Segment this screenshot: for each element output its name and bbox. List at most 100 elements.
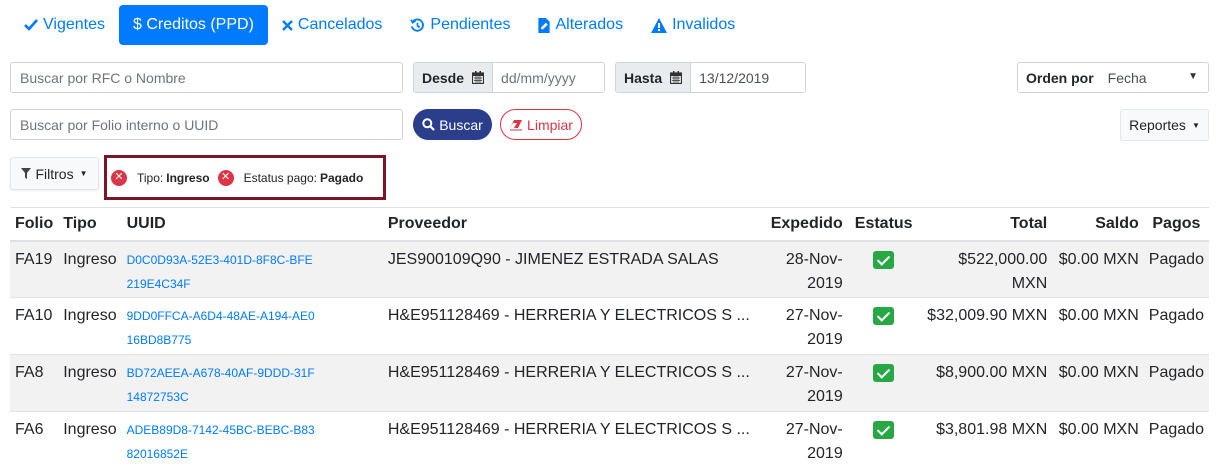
cell-pagos: Pagado	[1143, 411, 1209, 469]
caret-down-icon: ▼	[1191, 120, 1200, 130]
cell-total: $522,000.00 MXN	[919, 240, 1053, 298]
col-tipo[interactable]: Tipo	[58, 207, 122, 242]
cell-uuid: 9DD0FFCA-A6D4-48AE-A194-AE016BD8B775	[121, 297, 383, 355]
reportes-dropdown-button[interactable]: Reportes ▼	[1120, 109, 1209, 141]
cell-expedido: 27-Nov-2019	[764, 354, 848, 412]
tab-invalidos[interactable]: Invalidos	[637, 5, 749, 45]
hasta-date-input[interactable]: 13/12/2019	[691, 63, 805, 92]
remove-filter-icon[interactable]: ✕	[217, 169, 234, 186]
tab-cancelados[interactable]: Cancelados	[268, 5, 397, 45]
cell-folio: FA19	[10, 240, 59, 298]
cell-estatus	[847, 411, 920, 469]
filter-icon	[21, 168, 32, 179]
calendar-icon	[472, 71, 485, 84]
table-header-row: Folio Tipo UUID Proveedor Expedido Estat…	[10, 207, 1209, 242]
desde-date-group: Desde dd/mm/yyyy	[413, 62, 605, 93]
uuid-link[interactable]: BD72AEEA-A678-40AF-9DDD-31F14872753C	[127, 361, 317, 409]
cell-tipo: Ingreso	[58, 240, 122, 298]
table-row[interactable]: FA19 Ingreso D0C0D93A-52E3-401D-8F8C-BFE…	[10, 240, 1209, 298]
order-by-group: Orden por Fecha ▼	[1017, 62, 1209, 93]
cell-saldo: $0.00 MXN	[1052, 354, 1144, 412]
cell-saldo: $0.00 MXN	[1052, 297, 1144, 355]
check-square-icon	[873, 364, 895, 382]
filter-chip-value: Pagado	[319, 170, 364, 185]
search-folio-uuid-input[interactable]: Buscar por Folio interno o UUID	[10, 109, 403, 140]
tab-creditos-ppd[interactable]: $ Creditos (PPD)	[118, 5, 268, 45]
order-by-value: Fecha	[1107, 69, 1147, 86]
uuid-link[interactable]: D0C0D93A-52E3-401D-8F8C-BFE219E4C34F	[127, 248, 317, 296]
order-by-label: Orden por	[1018, 63, 1094, 92]
filter-chip-label: Tipo:	[137, 170, 164, 185]
remove-filter-icon[interactable]: ✕	[111, 169, 127, 186]
cell-proveedor: H&E951128469 - HERRERIA Y ELECTRICOS S .…	[382, 354, 765, 412]
col-folio[interactable]: Folio	[10, 207, 59, 242]
tab-alterados[interactable]: Alterados	[524, 5, 637, 45]
cell-uuid: BD72AEEA-A678-40AF-9DDD-31F14872753C	[121, 354, 383, 412]
cell-saldo: $0.00 MXN	[1052, 411, 1144, 469]
filter-chip-estatus-pago: ✕ Estatus pago: Pagado	[217, 169, 364, 186]
order-by-select[interactable]: Fecha ▼	[1093, 63, 1208, 92]
cell-folio: FA6	[10, 411, 59, 469]
desde-label-text: Desde	[422, 69, 465, 86]
cell-uuid: ADEB89D8-7142-45BC-BEBC-B8382016852E	[121, 411, 383, 469]
cell-proveedor: H&E951128469 - HERRERIA Y ELECTRICOS S .…	[382, 411, 765, 469]
col-uuid[interactable]: UUID	[121, 207, 383, 242]
col-saldo[interactable]: Saldo	[1052, 207, 1144, 242]
cell-total: $3,801.98 MXN	[919, 411, 1053, 469]
cell-pagos: Pagado	[1143, 240, 1209, 298]
limpiar-button[interactable]: Limpiar	[500, 109, 582, 140]
cell-folio: FA8	[10, 354, 59, 412]
tab-label: Alterados	[555, 16, 624, 33]
uuid-link[interactable]: 9DD0FFCA-A6D4-48AE-A194-AE016BD8B775	[127, 304, 317, 352]
cell-estatus	[847, 297, 920, 355]
table-row[interactable]: FA8 Ingreso BD72AEEA-A678-40AF-9DDD-31F1…	[10, 354, 1209, 412]
hasta-label: Hasta	[616, 63, 692, 92]
col-pagos[interactable]: Pagos	[1143, 207, 1209, 242]
check-square-icon	[873, 250, 895, 269]
caret-down-icon: ▼	[79, 169, 88, 178]
filter-chip-tipo: ✕ Tipo: Ingreso	[111, 169, 210, 186]
search-icon	[422, 118, 435, 131]
filter-chip-label: Estatus pago:	[243, 170, 317, 185]
cell-expedido: 27-Nov-2019	[764, 411, 848, 469]
buscar-button[interactable]: Buscar	[413, 109, 492, 140]
filtros-label: Filtros	[35, 165, 74, 182]
file-edit-icon	[538, 17, 551, 33]
col-total[interactable]: Total	[919, 207, 1053, 242]
check-icon	[24, 19, 38, 31]
select-caret-icon: ▼	[1188, 71, 1198, 82]
uuid-link[interactable]: ADEB89D8-7142-45BC-BEBC-B8382016852E	[127, 418, 317, 466]
col-estatus[interactable]: Estatus	[847, 207, 920, 242]
cell-total: $8,900.00 MXN	[919, 354, 1053, 412]
table-row[interactable]: FA10 Ingreso 9DD0FFCA-A6D4-48AE-A194-AE0…	[10, 297, 1209, 355]
filtros-dropdown-button[interactable]: Filtros ▼	[10, 157, 99, 190]
eraser-icon	[509, 119, 523, 131]
cell-total: $32,009.90 MXN	[919, 297, 1053, 355]
desde-date-input[interactable]: dd/mm/yyyy	[493, 63, 604, 92]
search-rfc-input[interactable]: Buscar por RFC o Nombre	[10, 62, 403, 93]
tab-label: $ Creditos (PPD)	[132, 16, 254, 33]
col-proveedor[interactable]: Proveedor	[382, 207, 765, 242]
cell-saldo: $0.00 MXN	[1052, 240, 1144, 298]
tab-label: Vigentes	[43, 16, 105, 33]
times-icon	[282, 19, 293, 31]
calendar-icon	[670, 71, 683, 84]
check-square-icon	[873, 307, 895, 325]
desde-label: Desde	[414, 63, 494, 92]
cell-pagos: Pagado	[1143, 297, 1209, 355]
reportes-label: Reportes	[1129, 117, 1186, 133]
hasta-date-group: Hasta 13/12/2019	[615, 62, 806, 93]
history-icon	[410, 18, 425, 33]
cell-proveedor: H&E951128469 - HERRERIA Y ELECTRICOS S .…	[382, 297, 765, 355]
cell-expedido: 27-Nov-2019	[764, 297, 848, 355]
cell-estatus	[847, 354, 920, 412]
tab-vigentes[interactable]: Vigentes	[10, 5, 119, 45]
cell-uuid: D0C0D93A-52E3-401D-8F8C-BFE219E4C34F	[121, 240, 383, 298]
tab-pendientes[interactable]: Pendientes	[396, 5, 524, 45]
buscar-label: Buscar	[439, 116, 483, 133]
cell-expedido: 28-Nov-2019	[764, 240, 848, 298]
col-expedido[interactable]: Expedido	[764, 207, 848, 242]
tab-label: Invalidos	[672, 16, 736, 33]
table-row[interactable]: FA6 Ingreso ADEB89D8-7142-45BC-BEBC-B838…	[10, 411, 1209, 469]
check-square-icon	[873, 421, 895, 439]
